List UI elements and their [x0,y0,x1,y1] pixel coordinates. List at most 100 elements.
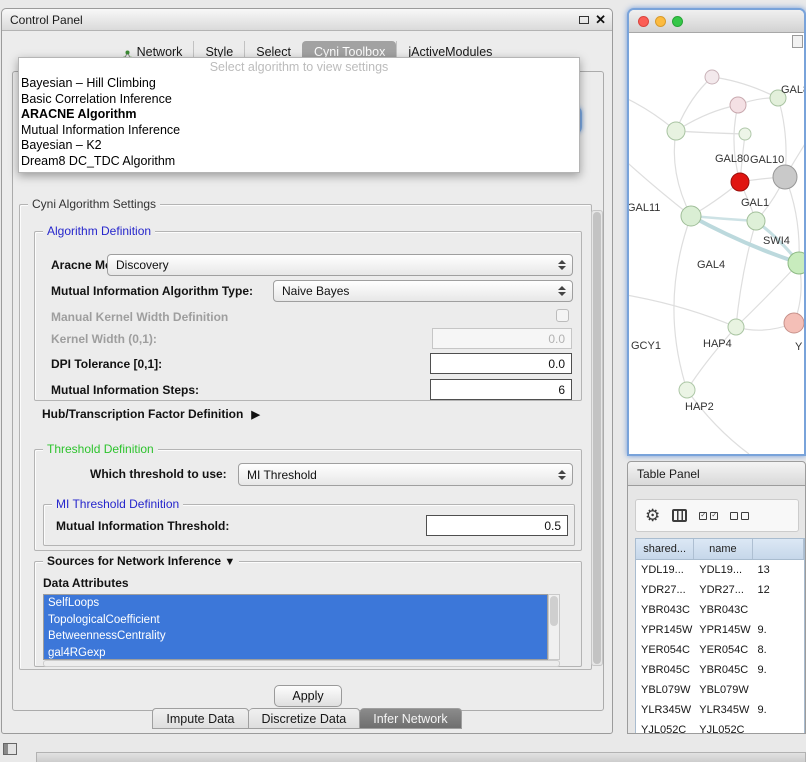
network-node[interactable] [739,128,751,140]
network-view-titlebar[interactable] [629,10,804,33]
network-node[interactable] [773,165,797,189]
restore-panel-icon[interactable] [3,743,17,755]
list-vertical-scrollbar[interactable] [548,594,560,660]
mi-threshold-field[interactable]: 0.5 [426,515,568,536]
attribute-item-betweennesscentrality[interactable]: BetweennessCentrality [44,628,547,645]
zoom-traffic-light[interactable] [672,16,683,27]
network-node[interactable] [730,97,746,113]
manual-kernel-checkbox[interactable] [556,309,569,322]
dpi-tolerance-field[interactable]: 0.0 [430,353,572,374]
algorithm-option-aracne-algorithm[interactable]: ARACNE Algorithm [19,107,579,123]
network-node[interactable] [747,212,765,230]
table-row[interactable]: YPR145WYPR145W9. [636,620,804,640]
table-cell: YBR043C [694,600,752,620]
aracne-mode-select[interactable]: Discovery [107,254,573,276]
which-threshold-label: Which threshold to use: [90,463,227,485]
table-row[interactable]: YBL079WYBL079W [636,680,804,700]
network-node[interactable] [728,319,744,335]
table-header-row: shared...name [636,539,804,560]
apply-button[interactable]: Apply [274,685,342,707]
scrollbar-thumb[interactable] [550,596,558,626]
algorithm-option-bayesian-hill-climbing[interactable]: Bayesian – Hill Climbing [19,76,579,92]
manual-kernel-label: Manual Kernel Width Definition [51,306,228,328]
attribute-item-topologicalcoefficient[interactable]: TopologicalCoefficient [44,612,547,629]
table-cell: 12 [753,580,804,600]
node-label-gal10: GAL10 [750,154,784,166]
network-edge[interactable] [712,77,778,98]
attribute-item-gal4rgexp[interactable]: gal4RGexp [44,645,547,661]
node-label-gal80: GAL80 [781,84,804,96]
node-label-gal1: GAL1 [741,197,769,209]
algorithm-option-basic-correlation-inference[interactable]: Basic Correlation Inference [19,92,579,108]
threshold-definition-group: Threshold Definition Which threshold to … [34,449,582,551]
column-header-hidden[interactable] [753,539,804,559]
table-row[interactable]: YER054CYER054C8. [636,640,804,660]
network-edge[interactable] [674,216,691,390]
scrollbar-thumb[interactable] [593,212,601,664]
deselect-all-columns-icon[interactable] [730,512,749,520]
bottom-tab-impute-data[interactable]: Impute Data [152,708,248,729]
network-edge[interactable] [629,293,736,327]
float-window-icon[interactable] [579,16,589,24]
table-cell: YBR045C [636,660,694,680]
mi-steps-field[interactable]: 6 [430,379,572,400]
network-node[interactable] [679,382,695,398]
group-title: Algorithm Definition [43,224,155,238]
close-icon[interactable]: ✕ [595,12,606,28]
data-attributes-list[interactable]: SelfLoopsTopologicalCoefficientBetweenne… [43,594,548,660]
columns-icon[interactable] [672,509,687,522]
network-edge[interactable] [687,390,749,454]
dropdown-placeholder: Select algorithm to view settings [19,58,579,76]
network-node[interactable] [731,173,749,191]
network-edge[interactable] [734,105,740,182]
select-all-columns-icon[interactable]: ✓✓ [699,512,718,520]
list-horizontal-scrollbar[interactable] [43,660,560,667]
attribute-item-selfloops[interactable]: SelfLoops [44,595,547,612]
table-body: YDL19...YDL19...13YDR27...YDR27...12YBR0… [636,560,804,734]
table-cell: YLR345W [636,700,694,720]
table-row[interactable]: YJL052CYJL052C [636,720,804,734]
table-row[interactable]: YDL19...YDL19...13 [636,560,804,580]
algorithm-option-bayesian-k2[interactable]: Bayesian – K2 [19,138,579,154]
bottom-tab-infer-network[interactable]: Infer Network [360,708,461,729]
node-table: shared...name YDL19...YDL19...13YDR27...… [635,538,805,734]
network-edge[interactable] [687,327,736,390]
dpi-tolerance-label: DPI Tolerance [0,1]: [51,353,162,375]
which-threshold-select[interactable]: MI Threshold [238,463,573,486]
algorithm-option-dream8-dc-tdc-algorithm[interactable]: Dream8 DC_TDC Algorithm [19,154,579,170]
bottom-tab-discretize-data[interactable]: Discretize Data [249,708,361,729]
network-node[interactable] [788,252,804,274]
hub-definition-expander[interactable]: Hub/Transcription Factor Definition ▶ [42,407,260,421]
table-row[interactable]: YBR045CYBR045C9. [636,660,804,680]
close-traffic-light[interactable] [638,16,649,27]
table-row[interactable]: YDR27...YDR27...12 [636,580,804,600]
settings-vertical-scrollbar[interactable] [591,210,603,666]
network-graph: GAL80GAL10GAL11GAL1SWI4GAL4GCY1HAP4YHAP2… [629,33,804,454]
node-label-gal11: GAL11 [629,202,660,214]
network-edge[interactable] [674,131,691,216]
network-edge[interactable] [676,77,712,131]
network-node[interactable] [681,206,701,226]
group-title: Threshold Definition [43,442,158,456]
column-header-shared[interactable]: shared... [636,539,694,559]
network-edge[interactable] [676,105,738,131]
birdseye-corner-button[interactable] [792,35,803,48]
control-panel-titlebar: Control Panel ✕ [2,9,612,31]
minimize-traffic-light[interactable] [655,16,666,27]
mi-type-select[interactable]: Naive Bayes [273,280,573,302]
column-header-name[interactable]: name [694,539,752,559]
table-row[interactable]: YLR345WYLR345W9. [636,700,804,720]
network-node[interactable] [784,313,804,333]
network-node[interactable] [667,122,685,140]
sources-expander[interactable]: Sources for Network Inference ▼ [43,554,239,568]
table-panel-titlebar[interactable]: Table Panel [627,461,806,486]
network-node[interactable] [705,70,719,84]
table-cell: YLR345W [694,700,752,720]
algorithm-option-mutual-information-inference[interactable]: Mutual Information Inference [19,123,579,139]
kernel-width-field[interactable]: 0.0 [432,328,572,349]
mi-threshold-label: Mutual Information Threshold: [56,515,229,537]
gear-icon[interactable]: ⚙ [645,507,660,524]
table-row[interactable]: YBR043CYBR043C [636,600,804,620]
network-canvas[interactable]: GAL80GAL10GAL11GAL1SWI4GAL4GCY1HAP4YHAP2… [629,33,804,454]
control-panel-bottom-tabs: Impute DataDiscretize DataInfer Network [2,708,612,730]
